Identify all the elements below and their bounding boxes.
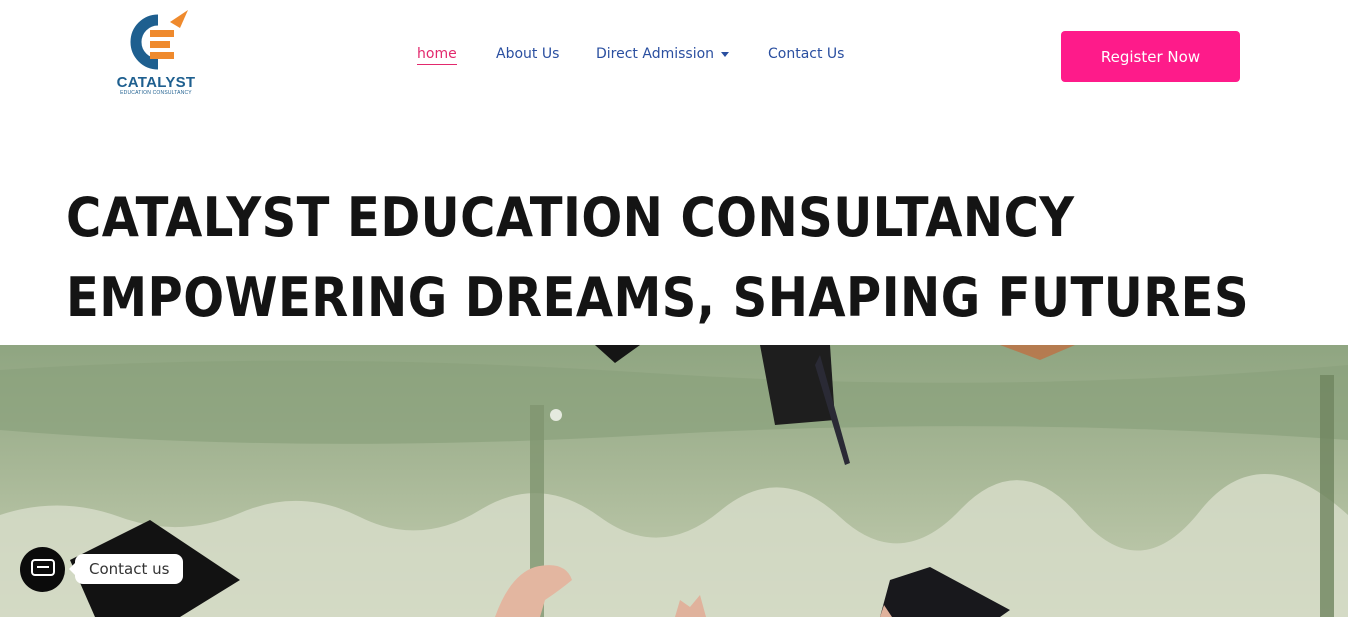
hero-title: CATALYST EDUCATION CONSULTANCY EMPOWERIN… [66, 178, 1249, 338]
logo-wordmark: CATALYST [116, 74, 196, 91]
nav-home[interactable]: home [417, 46, 457, 65]
hero-title-line-1: CATALYST EDUCATION CONSULTANCY [66, 186, 1075, 249]
contact-widget[interactable]: Contact us [20, 546, 184, 592]
site-header: CATALYST EDUCATION CONSULTANCY home Abou… [0, 0, 1348, 112]
hero-title-line-2: EMPOWERING DREAMS, SHAPING FUTURES [66, 266, 1250, 329]
graduation-caps-photo-icon [0, 345, 1348, 617]
chat-button[interactable] [20, 546, 65, 592]
logo-tagline: EDUCATION CONSULTANCY [120, 90, 192, 96]
chat-icon [30, 559, 55, 576]
brand-logo[interactable]: CATALYST EDUCATION CONSULTANCY [112, 8, 202, 104]
logo-mark-icon [130, 10, 188, 70]
nav-direct-admission[interactable]: Direct Admission [596, 46, 730, 62]
nav-contact-us[interactable]: Contact Us [768, 46, 844, 62]
nav-direct-admission-label: Direct Admission [596, 46, 715, 62]
hero-graduation-photo [0, 345, 1348, 617]
nav-about-us[interactable]: About Us [496, 46, 559, 62]
register-now-button[interactable]: Register Now [1061, 31, 1240, 82]
contact-us-label[interactable]: Contact us [68, 554, 184, 584]
caret-down-icon [721, 51, 730, 57]
